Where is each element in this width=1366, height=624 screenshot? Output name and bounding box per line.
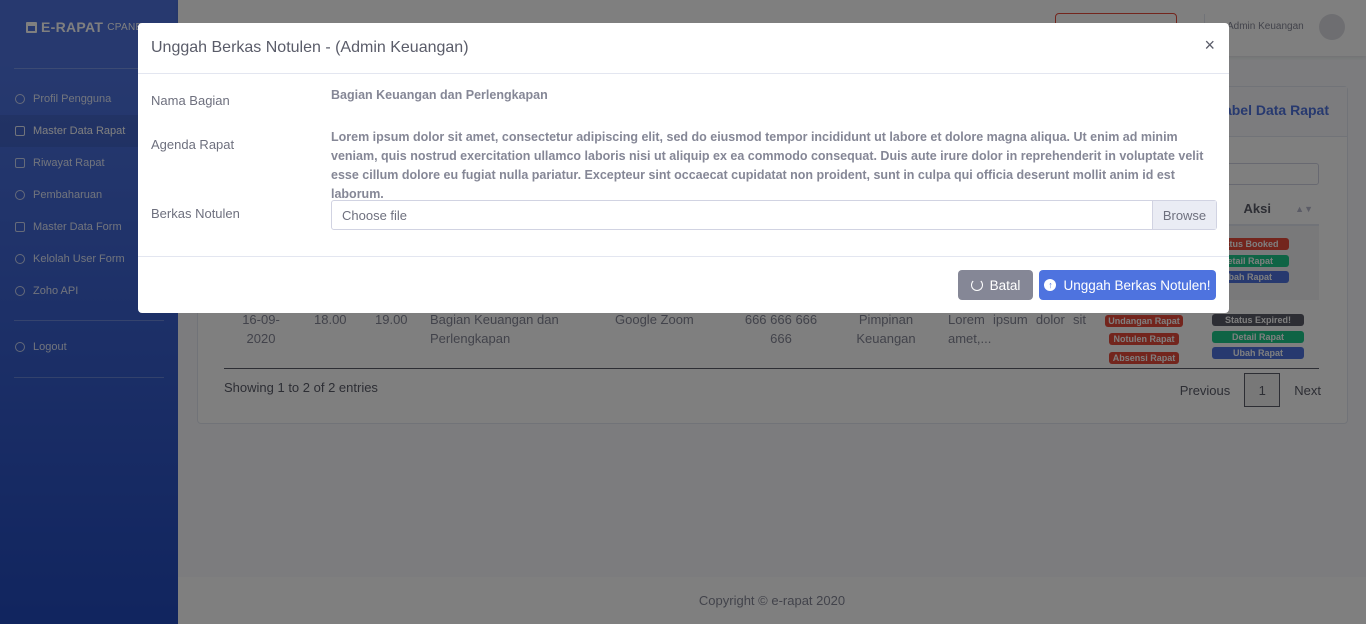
- nama-bagian-label: Nama Bagian: [151, 93, 230, 108]
- power-icon: [970, 279, 983, 291]
- upload-button-label: Unggah Berkas Notulen!: [1063, 277, 1211, 293]
- cancel-button-label: Batal: [989, 277, 1021, 293]
- modal-footer: Batal ↑ Unggah Berkas Notulen!: [138, 256, 1229, 313]
- upload-button[interactable]: ↑ Unggah Berkas Notulen!: [1039, 270, 1216, 300]
- berkas-notulen-label: Berkas Notulen: [151, 206, 240, 221]
- file-input[interactable]: Choose file Browse: [331, 200, 1217, 230]
- file-placeholder[interactable]: Choose file: [332, 201, 1152, 229]
- agenda-rapat-value: Lorem ipsum dolor sit amet, consectetur …: [331, 130, 1204, 201]
- browse-button[interactable]: Browse: [1152, 201, 1216, 229]
- arrow-up-circle-icon: ↑: [1044, 279, 1057, 291]
- agenda-rapat-label: Agenda Rapat: [151, 137, 235, 152]
- close-icon[interactable]: ×: [1204, 35, 1215, 56]
- cancel-button[interactable]: Batal: [958, 270, 1033, 300]
- upload-notulen-modal: Unggah Berkas Notulen - (Admin Keuangan)…: [138, 23, 1229, 313]
- modal-title: Unggah Berkas Notulen - (Admin Keuangan): [151, 39, 469, 56]
- modal-header: Unggah Berkas Notulen - (Admin Keuangan)…: [138, 23, 1229, 74]
- nama-bagian-value: Bagian Keuangan dan Perlengkapan: [331, 88, 548, 102]
